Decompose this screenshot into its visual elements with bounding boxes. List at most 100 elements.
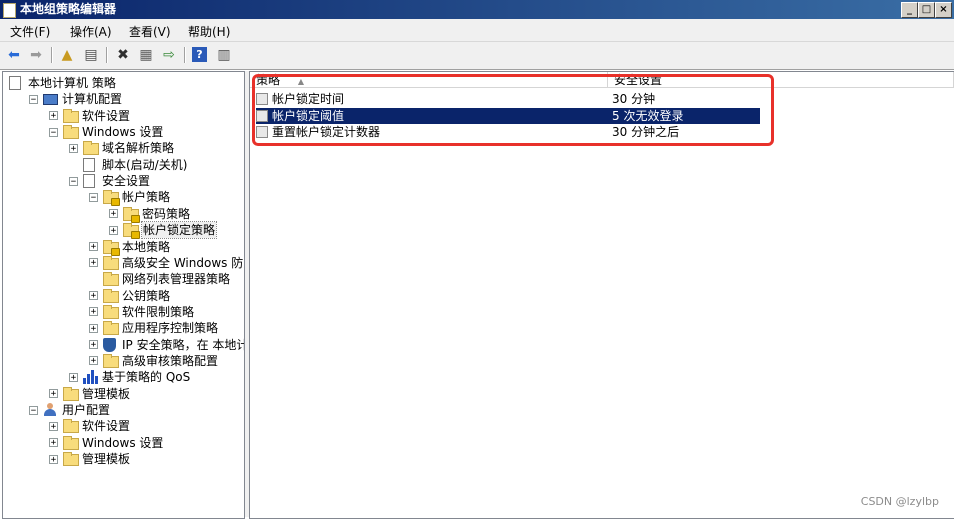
- tree-item[interactable]: + 帐户锁定策略: [109, 221, 218, 240]
- toolbar: ⬅ ➡ ▲ ▤ ✖ ▦ ⇨ ? ▥: [0, 42, 954, 70]
- expand-icon[interactable]: +: [49, 438, 58, 448]
- folder-icon: [63, 452, 79, 467]
- tree-item-label: 软件设置: [82, 108, 131, 123]
- locked-folder-icon: [103, 190, 120, 207]
- sort-arrow-icon: ▲: [297, 77, 304, 86]
- tree-item[interactable]: 网络列表管理器策略: [89, 271, 230, 287]
- tree-item[interactable]: − 计算机配置: [29, 91, 122, 107]
- policy-setting-icon: [256, 109, 268, 122]
- document-icon: [9, 76, 25, 90]
- maximize-button[interactable]: □: [918, 2, 935, 18]
- up-folder-icon[interactable]: ▲: [58, 46, 76, 64]
- tree-item[interactable]: + 管理模板: [49, 386, 130, 402]
- tree-item[interactable]: + 软件设置: [49, 418, 130, 434]
- computer-icon: [43, 92, 59, 106]
- column-header-policy[interactable]: 策略 ▲: [250, 72, 608, 88]
- expand-icon[interactable]: +: [49, 421, 58, 431]
- export-list-icon[interactable]: ⇨: [160, 46, 178, 64]
- expand-icon[interactable]: +: [89, 356, 98, 366]
- tree-item[interactable]: + 域名解析策略: [69, 140, 174, 156]
- tree-item-label: 计算机配置: [62, 92, 123, 107]
- tree-item[interactable]: + 软件设置: [49, 108, 130, 124]
- menu-help[interactable]: 帮助(H): [188, 23, 230, 40]
- tree-item-label: 管理模板: [82, 452, 131, 467]
- tree-item-label: 高级安全 Windows 防火墙: [122, 255, 244, 270]
- close-button[interactable]: ×: [935, 2, 952, 18]
- expand-icon[interactable]: +: [69, 143, 78, 153]
- expand-icon[interactable]: +: [89, 258, 98, 268]
- column-policy-label: 策略: [256, 73, 281, 87]
- expand-icon[interactable]: +: [89, 323, 98, 333]
- tree-item-label: 本地策略: [122, 239, 171, 254]
- tree-item-label: 用户配置: [62, 403, 111, 417]
- ip-security-icon: [103, 337, 119, 352]
- properties-icon[interactable]: ▦: [137, 46, 155, 64]
- collapse-icon[interactable]: −: [29, 405, 38, 415]
- menu-view[interactable]: 查看(V): [129, 23, 171, 40]
- tree-item[interactable]: − 用户配置: [29, 402, 110, 418]
- tree-item[interactable]: + 高级安全 Windows 防火墙: [89, 255, 244, 271]
- policy-row[interactable]: 帐户锁定时间 30 分钟: [256, 91, 760, 107]
- collapse-icon[interactable]: −: [49, 127, 58, 137]
- collapse-icon[interactable]: −: [29, 94, 38, 104]
- folder-icon: [103, 272, 119, 287]
- column-header-setting[interactable]: 安全设置: [608, 72, 954, 88]
- tree-item[interactable]: 本地计算机 策略: [9, 75, 116, 91]
- show-hide-tree-icon[interactable]: ▤: [82, 46, 100, 64]
- expand-icon[interactable]: +: [109, 209, 118, 219]
- collapse-icon[interactable]: −: [89, 192, 98, 202]
- tree-item[interactable]: − Windows 设置: [49, 124, 163, 140]
- tree-item[interactable]: + 高级审核策略配置: [89, 353, 218, 369]
- policy-row[interactable]: 帐户锁定阈值 5 次无效登录: [256, 107, 760, 124]
- tree-item[interactable]: 脚本(启动/关机): [69, 157, 187, 173]
- user-icon: [43, 403, 59, 417]
- tree-item[interactable]: + 基于策略的 QoS: [69, 369, 190, 385]
- tree-item[interactable]: + 应用程序控制策略: [89, 320, 218, 336]
- menu-action[interactable]: 操作(A): [70, 23, 112, 40]
- expand-icon[interactable]: +: [49, 389, 58, 399]
- expand-icon[interactable]: +: [109, 225, 118, 235]
- expand-icon[interactable]: +: [89, 242, 98, 252]
- help-icon[interactable]: ?: [192, 47, 207, 62]
- column-setting-label: 安全设置: [614, 73, 663, 87]
- tree-item-label: 应用程序控制策略: [122, 321, 219, 336]
- tree-item-label: 软件设置: [82, 419, 131, 434]
- policy-setting-value: 5 次无效登录: [612, 108, 684, 123]
- tree-item[interactable]: + IP 安全策略，在 本地计算机: [89, 337, 244, 353]
- folder-icon: [83, 141, 99, 156]
- folder-icon: [63, 419, 79, 434]
- delete-icon[interactable]: ✖: [114, 46, 132, 64]
- console-tree[interactable]: 本地计算机 策略 − 计算机配置 + 软件设置 − Windows 设置 + 域名解析策略 脚本(…: [2, 71, 245, 519]
- tree-item[interactable]: + 本地策略: [89, 239, 171, 256]
- tree-item[interactable]: + 软件限制策略: [89, 304, 194, 320]
- expand-icon[interactable]: +: [89, 291, 98, 301]
- tree-item[interactable]: − 安全设置: [69, 173, 150, 189]
- expand-icon[interactable]: +: [69, 372, 78, 382]
- locked-folder-icon: [123, 206, 140, 223]
- tree-item[interactable]: + 公钥策略: [89, 288, 170, 304]
- minimize-button[interactable]: _: [901, 2, 918, 18]
- tree-item[interactable]: + 管理模板: [49, 451, 130, 467]
- tree-item[interactable]: + 密码策略: [109, 206, 190, 223]
- expand-icon[interactable]: +: [49, 454, 58, 464]
- expand-icon[interactable]: +: [89, 307, 98, 317]
- policy-row[interactable]: 重置帐户锁定计数器 30 分钟之后: [256, 124, 760, 140]
- document-icon: [83, 174, 99, 189]
- policy-setting-value: 30 分钟之后: [612, 125, 680, 139]
- back-arrow-icon[interactable]: ⬅: [5, 46, 23, 64]
- collapse-icon[interactable]: −: [69, 176, 78, 186]
- tree-item[interactable]: − 帐户策略: [89, 189, 170, 207]
- tree-item-label: 高级审核策略配置: [122, 353, 219, 368]
- details-pane[interactable]: 策略 ▲ 安全设置 帐户锁定时间 30 分钟 帐户锁定阈值 5 次无效登录 重置帐户锁定…: [249, 71, 954, 519]
- tree-item[interactable]: + Windows 设置: [49, 435, 163, 451]
- expand-icon[interactable]: +: [89, 340, 98, 350]
- tree-item-label: IP 安全策略，在 本地计算机: [122, 337, 244, 352]
- menu-file[interactable]: 文件(F): [10, 23, 50, 40]
- forward-arrow-icon[interactable]: ➡: [27, 46, 45, 64]
- view-icon[interactable]: ▥: [215, 46, 233, 64]
- policy-name: 帐户锁定阈值: [272, 108, 345, 123]
- expand-icon[interactable]: +: [49, 111, 58, 121]
- tree-item-label: Windows 设置: [82, 435, 164, 450]
- tree-item-label: 基于策略的 QoS: [102, 370, 191, 385]
- folder-icon: [103, 304, 119, 319]
